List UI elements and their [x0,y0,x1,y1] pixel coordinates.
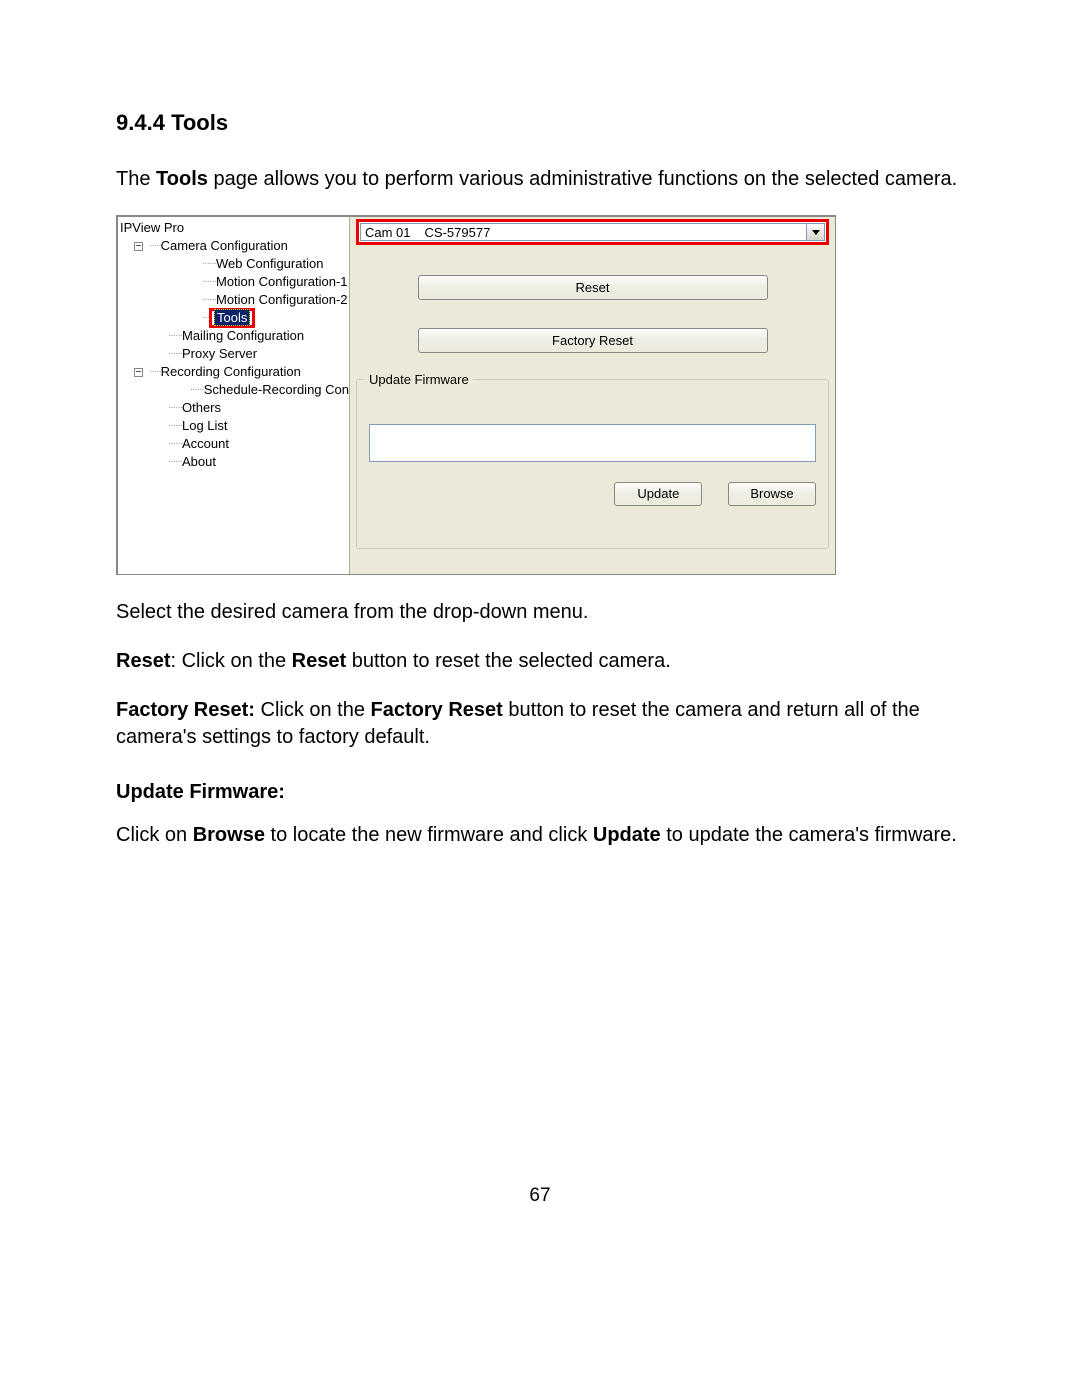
tree-label: Log List [182,417,228,435]
text-bold: Factory Reset [371,699,503,721]
dropdown-button[interactable] [806,223,825,241]
browse-button[interactable]: Browse [728,482,816,506]
text: : Click on the [170,650,291,672]
tree-label: Others [182,399,221,417]
tree-item-motion2[interactable]: ······ Motion Configuration-2 [120,291,349,309]
tree-label: Recording Configuration [161,363,301,381]
tree-item-account[interactable]: ······ Account [120,435,349,453]
tree-label: Motion Configuration-1 [216,273,348,291]
update-firmware-subhead: Update Firmware: [116,781,964,804]
reset-desc: Reset: Click on the Reset button to rese… [116,648,964,675]
page-number: 67 [0,1185,1080,1207]
combo-cam: Cam 01 [365,225,411,240]
tree-item-motion1[interactable]: ······ Motion Configuration-1 [120,273,349,291]
update-button[interactable]: Update [614,482,702,506]
intro-bold: Tools [156,168,208,190]
tree-label: Motion Configuration-2 [216,291,348,309]
groupbox-title: Update Firmware [365,372,473,387]
tree-item-web-config[interactable]: ······ Web Configuration [120,255,349,273]
factory-reset-button[interactable]: Factory Reset [418,328,768,353]
tree-label: Mailing Configuration [182,327,304,345]
text: to locate the new firmware and click [265,824,593,846]
section-title-text: Tools [171,110,228,135]
text: to update the camera's firmware. [661,824,957,846]
tree-label: Schedule-Recording Con [204,381,349,399]
tree-item-mailing[interactable]: ······ Mailing Configuration [120,327,349,345]
section-heading: 9.4.4 Tools [116,110,964,136]
update-firmware-group: Update Firmware Update Browse [356,379,829,549]
tree-label-selected: Tools [214,309,250,326]
combo-model: CS-579577 [425,225,491,240]
tree-item-others[interactable]: ······ Others [120,399,349,417]
text-bold: Reset [116,650,170,672]
update-desc: Click on Browse to locate the new firmwa… [116,822,964,849]
tree-item-tools[interactable]: ··· Tools [120,309,349,327]
tree-label: Proxy Server [182,345,257,363]
text: button to reset the selected camera. [346,650,671,672]
text: Click on [116,824,193,846]
text-bold: Factory Reset: [116,699,255,721]
tree-root-label: IPView Pro [120,219,184,237]
tree-pane: IPView Pro − ····· Camera Configuration … [118,217,350,574]
tree-root-item[interactable]: IPView Pro [120,219,349,237]
tree-label: Account [182,435,229,453]
expander-minus-icon[interactable]: − [134,368,143,377]
reset-button[interactable]: Reset [418,275,768,300]
tree-item-loglist[interactable]: ······ Log List [120,417,349,435]
text-bold: Update [593,824,661,846]
tree-label: Camera Configuration [161,237,288,255]
screenshot-container: IPView Pro − ····· Camera Configuration … [116,215,836,575]
section-number: 9.4.4 [116,110,165,135]
camera-select[interactable]: Cam 01 CS-579577 [360,223,806,241]
tree-item-recording[interactable]: − ····· Recording Configuration [120,363,349,381]
tree-item-about[interactable]: ······ About [120,453,349,471]
select-line: Select the desired camera from the drop-… [116,599,964,626]
tree-label: Web Configuration [216,255,323,273]
text-bold: Reset [292,650,346,672]
firmware-path-field[interactable] [369,424,816,462]
tree-item-schedule[interactable]: ······ Schedule-Recording Con [120,381,349,399]
intro-paragraph: The Tools page allows you to perform var… [116,166,964,193]
factory-desc: Factory Reset: Click on the Factory Rese… [116,697,964,751]
tree-item-camera-config[interactable]: − ····· Camera Configuration [120,237,349,255]
expander-minus-icon[interactable]: − [134,242,143,251]
camera-select-highlight: Cam 01 CS-579577 [356,219,829,245]
tree-label: About [182,453,216,471]
tree-item-proxy[interactable]: ······ Proxy Server [120,345,349,363]
right-pane: Cam 01 CS-579577 Reset Factory Reset Upd… [350,217,835,574]
selection-highlight: Tools [209,308,255,328]
text: Click on the [255,699,371,721]
text-bold: Browse [193,824,265,846]
chevron-down-icon [812,230,820,235]
